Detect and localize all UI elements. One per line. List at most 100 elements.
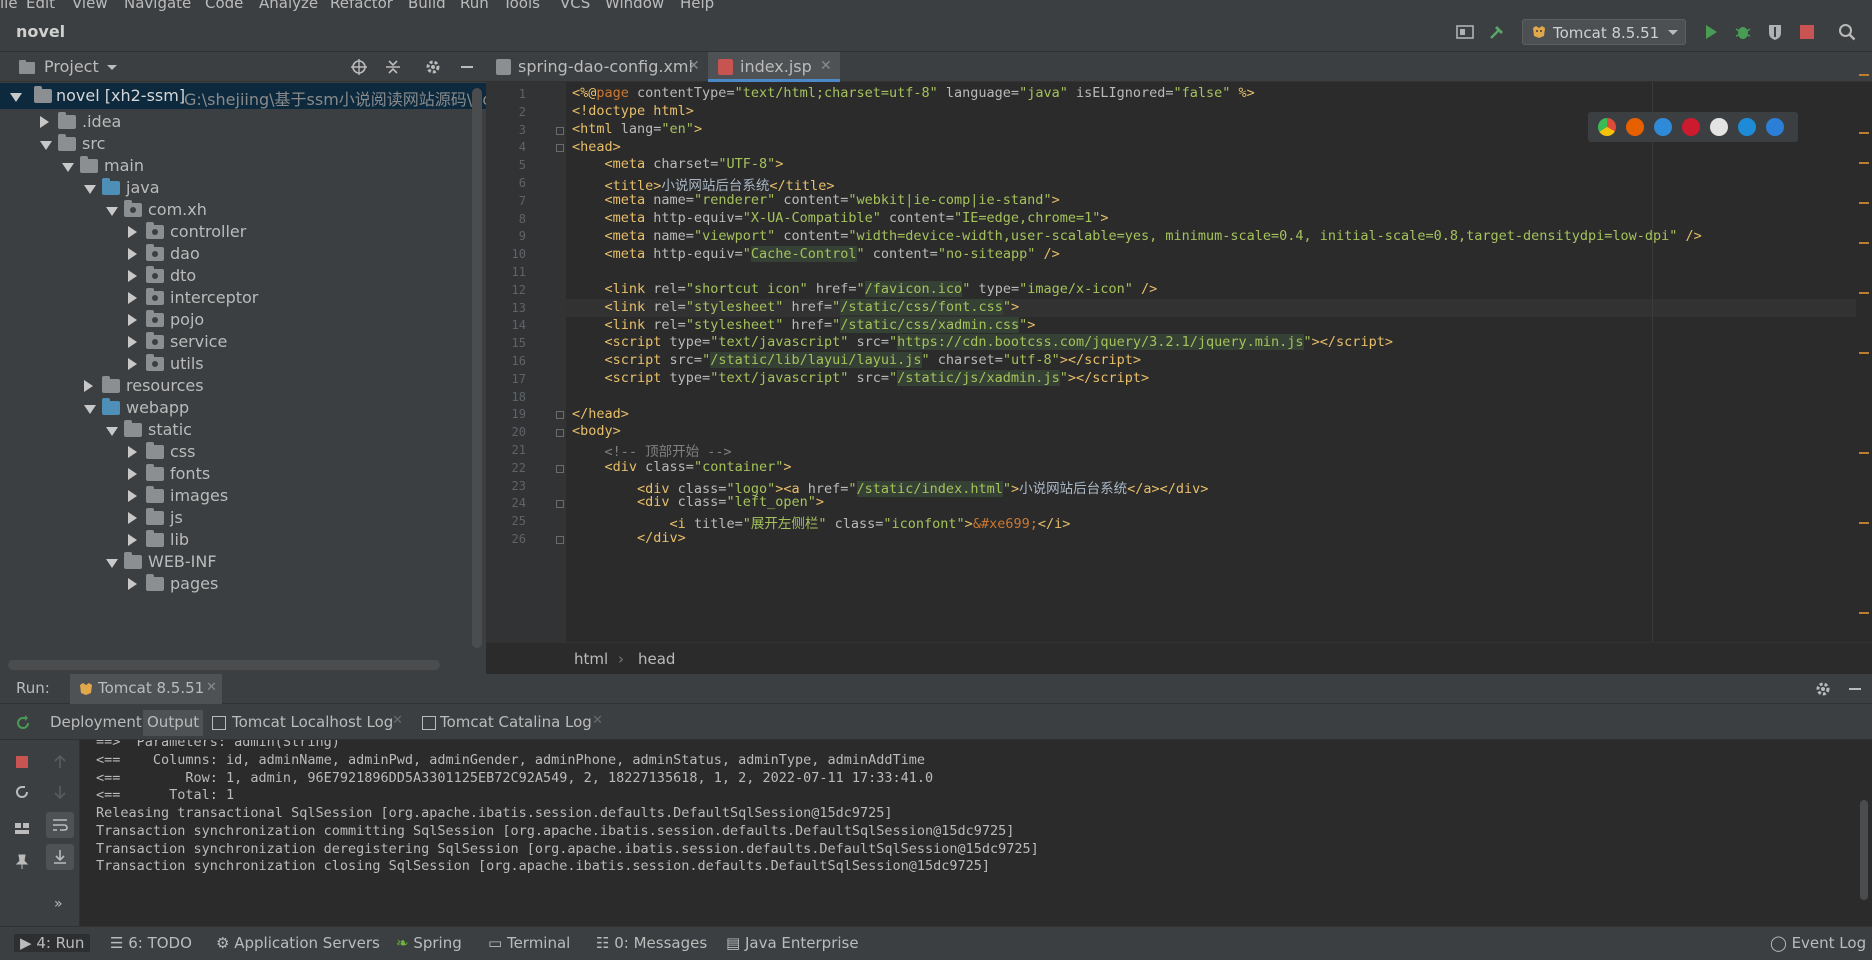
error-stripe-mark[interactable]	[1859, 202, 1869, 204]
status-event-log[interactable]: ◯ Event Log	[1770, 934, 1866, 952]
tree-item-pages[interactable]: pages	[0, 571, 486, 597]
chevron-right-icon[interactable]	[128, 512, 137, 524]
chevron-right-icon[interactable]	[128, 292, 137, 304]
menu-navigate[interactable]: Navigate	[124, 0, 191, 12]
chevron-right-icon[interactable]	[128, 490, 137, 502]
soft-wrap-button[interactable]	[46, 812, 74, 838]
error-stripe-mark[interactable]	[1859, 352, 1869, 354]
scroll-to-end-button[interactable]	[46, 844, 74, 870]
error-stripe-mark[interactable]	[1859, 74, 1869, 76]
gear-icon[interactable]	[1814, 680, 1832, 698]
yandex-icon[interactable]	[1710, 118, 1728, 136]
error-stripe-mark[interactable]	[1859, 292, 1869, 294]
chevron-right-icon[interactable]	[128, 248, 137, 260]
error-stripe-mark[interactable]	[1859, 132, 1869, 134]
error-stripe-mark[interactable]	[1859, 452, 1869, 454]
error-stripe-mark[interactable]	[1859, 162, 1869, 164]
tab-spring-dao-config[interactable]: spring-dao-config.xml ✕	[486, 52, 708, 82]
menu-tools[interactable]: Tools	[503, 0, 540, 12]
arrow-down-icon[interactable]	[52, 784, 68, 800]
chevron-right-icon[interactable]	[84, 380, 93, 392]
console-output[interactable]: ==> Parameters: admin(String) <== Column…	[80, 740, 1872, 926]
tab-deployment[interactable]: Deployment	[46, 710, 146, 736]
refresh-icon[interactable]	[14, 784, 30, 800]
tab-output[interactable]: Output	[143, 710, 204, 736]
menu-file[interactable]: ile	[0, 0, 18, 12]
run-icon[interactable]	[1702, 23, 1720, 41]
fold-marker-icon[interactable]	[556, 464, 564, 473]
chevron-right-icon[interactable]	[128, 446, 137, 458]
tree-root-item[interactable]: novel [xh2-ssm] G:\shejiing\基于ssm小说阅读网站源…	[0, 83, 486, 109]
tab-tomcat-localhost-log[interactable]: Tomcat Localhost Log	[228, 710, 397, 736]
chevron-right-icon[interactable]	[128, 314, 137, 326]
menu-vcs[interactable]: VCS	[560, 0, 590, 12]
status-run-tab[interactable]: ▶ 4: Run	[14, 934, 91, 952]
chevron-right-icon[interactable]	[128, 534, 137, 546]
chevron-right-icon[interactable]	[128, 578, 137, 590]
chevron-down-icon[interactable]	[84, 185, 96, 194]
gear-icon[interactable]	[424, 58, 442, 76]
close-icon[interactable]: ✕	[820, 58, 832, 74]
arrow-up-icon[interactable]	[52, 754, 68, 770]
status-todo-tab[interactable]: ☰ 6: TODO	[110, 934, 192, 952]
menu-refactor[interactable]: Refactor	[330, 0, 393, 12]
breadcrumb-head[interactable]: head	[638, 650, 675, 668]
chevron-right-icon[interactable]	[128, 270, 137, 282]
fold-marker-icon[interactable]	[556, 126, 564, 135]
fold-marker-icon[interactable]	[556, 500, 564, 509]
project-vertical-scrollbar[interactable]	[472, 88, 482, 648]
error-stripe-mark[interactable]	[1859, 242, 1869, 244]
search-icon[interactable]	[1838, 23, 1856, 41]
close-icon[interactable]: ✕	[592, 713, 603, 728]
status-messages-tab[interactable]: ☷ 0: Messages	[596, 934, 707, 952]
debug-icon[interactable]	[1734, 23, 1752, 41]
tab-index-jsp[interactable]: index.jsp ✕	[708, 52, 840, 82]
status-terminal-tab[interactable]: ▭ Terminal	[488, 934, 570, 952]
minimize-icon[interactable]	[1846, 680, 1864, 698]
layout-icon[interactable]	[1456, 23, 1474, 41]
close-icon[interactable]: ✕	[206, 680, 217, 695]
error-stripe-mark[interactable]	[1859, 522, 1869, 524]
chevron-right-icon[interactable]	[128, 336, 137, 348]
chevron-down-icon[interactable]	[106, 64, 118, 72]
locate-icon[interactable]	[350, 58, 368, 76]
menu-window[interactable]: Window	[605, 0, 664, 12]
error-stripe-mark[interactable]	[1859, 612, 1869, 614]
chevron-right-icon[interactable]	[128, 468, 137, 480]
pin-icon[interactable]	[14, 854, 30, 870]
fold-marker-icon[interactable]	[556, 536, 564, 544]
chevron-down-icon[interactable]	[106, 559, 118, 568]
chevron-down-icon[interactable]	[40, 141, 52, 150]
chevron-down-icon[interactable]	[106, 207, 118, 216]
menu-run[interactable]: Run	[460, 0, 489, 12]
fold-marker-icon[interactable]	[556, 144, 564, 153]
menu-analyze[interactable]: Analyze	[259, 0, 318, 12]
chevron-down-icon[interactable]	[62, 163, 74, 172]
menu-code[interactable]: Code	[205, 0, 243, 12]
layout-icon[interactable]	[14, 820, 30, 836]
chevron-right-icon[interactable]	[128, 358, 137, 370]
ie-icon[interactable]	[1738, 118, 1756, 136]
menu-help[interactable]: Help	[680, 0, 714, 12]
chevron-down-icon[interactable]	[106, 427, 118, 436]
menu-edit[interactable]: Edit	[26, 0, 55, 12]
nav-project-name[interactable]: novel	[16, 22, 65, 41]
tab-tomcat-catalina-log[interactable]: Tomcat Catalina Log	[436, 710, 596, 736]
coverage-icon[interactable]	[1766, 23, 1784, 41]
chrome-icon[interactable]	[1598, 118, 1616, 136]
status-app-servers-tab[interactable]: ⚙ Application Servers	[216, 934, 380, 952]
fold-marker-icon[interactable]	[556, 429, 564, 438]
close-icon[interactable]: ✕	[688, 58, 700, 74]
rerun-icon[interactable]	[14, 714, 32, 732]
status-spring-tab[interactable]: ❧ Spring	[396, 934, 462, 952]
chevron-right-icon[interactable]	[128, 226, 137, 238]
project-horizontal-scrollbar[interactable]	[8, 660, 440, 670]
menu-build[interactable]: Build	[408, 0, 446, 12]
chevron-down-icon[interactable]	[84, 405, 96, 414]
more-icon[interactable]: »	[54, 896, 63, 912]
minimize-icon[interactable]	[458, 58, 476, 76]
edge-icon[interactable]	[1766, 118, 1784, 136]
fold-marker-icon[interactable]	[556, 411, 564, 420]
run-configuration-select[interactable]: Tomcat 8.5.51	[1522, 19, 1686, 45]
stop-icon[interactable]	[1798, 23, 1816, 41]
